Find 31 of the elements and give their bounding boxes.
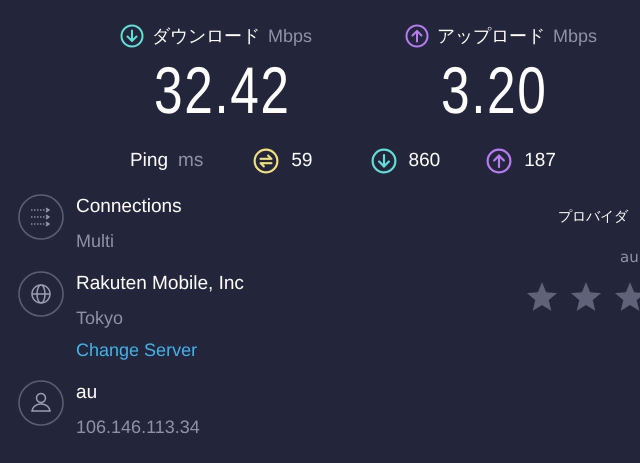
star-icon[interactable] (570, 282, 602, 313)
idle-ping-icon (253, 148, 280, 174)
star-icon[interactable] (614, 282, 640, 313)
metric-label: アップロード (437, 25, 545, 48)
download-icon (120, 24, 144, 48)
star-icon[interactable] (526, 282, 558, 313)
download-icon (370, 148, 396, 174)
ping-value: 187 (524, 150, 556, 172)
unit-label: Mbps (553, 26, 598, 46)
unit-label: ms (178, 150, 204, 172)
globe-icon (18, 271, 64, 317)
detail-title: Rakuten Mobile, Inc (76, 272, 244, 296)
ping-value: 860 (408, 150, 440, 172)
unit-label: Mbps (268, 26, 312, 46)
detail-title: Connections (76, 195, 182, 219)
arrows-icon (18, 194, 64, 240)
detail-title: au (76, 381, 98, 405)
metric-label: ダウンロード (152, 25, 260, 48)
provider-name: au (620, 248, 639, 266)
rating-prompt: プロバイダ (558, 208, 628, 226)
detail-value: Tokyo (76, 307, 124, 330)
upload-icon (486, 148, 512, 174)
detail-value: Multi (76, 230, 116, 253)
ping-label: Ping (130, 150, 168, 172)
ping-value: 59 (291, 150, 312, 172)
speed-value: 32.42 (154, 52, 292, 129)
upload-icon (405, 24, 429, 48)
change-server-link[interactable]: Change Server (76, 337, 244, 363)
detail-value: 106.146.113.34 (76, 416, 200, 439)
person-icon (18, 380, 64, 426)
speed-value: 3.20 (441, 52, 548, 129)
